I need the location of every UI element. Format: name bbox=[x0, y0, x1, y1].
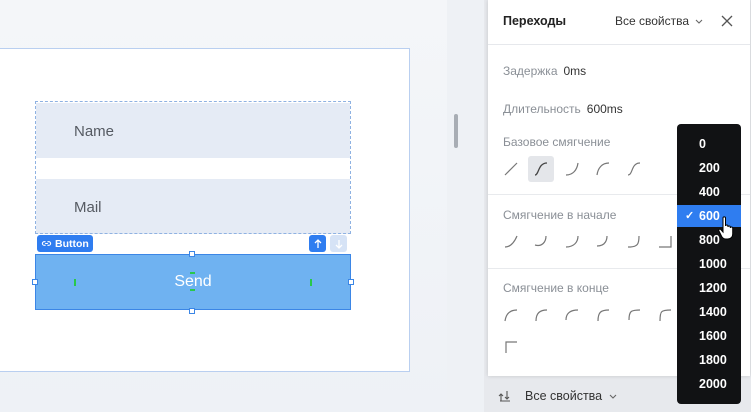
duration-option-label: 1200 bbox=[699, 281, 727, 295]
arrow-down-icon bbox=[335, 239, 342, 249]
easing-ease-in-option[interactable] bbox=[559, 156, 585, 182]
chevron-down-icon bbox=[609, 394, 616, 399]
form-group-outline bbox=[35, 101, 351, 234]
delay-value[interactable]: 0ms bbox=[564, 64, 587, 78]
bottom-filter-label[interactable]: Все свойства bbox=[525, 389, 617, 403]
arrow-up-icon bbox=[314, 238, 321, 248]
duration-option-label: 400 bbox=[699, 185, 720, 199]
duration-option-label: 1400 bbox=[699, 305, 727, 319]
ease-in-option[interactable] bbox=[652, 228, 678, 254]
properties-filter-select[interactable]: Все свойства bbox=[615, 14, 703, 28]
ease-out-option[interactable] bbox=[528, 302, 554, 328]
easing-ease-option[interactable] bbox=[528, 156, 554, 182]
duration-option[interactable]: 200 bbox=[677, 157, 741, 179]
panel-header: Переходы Все свойства bbox=[488, 0, 750, 45]
ease-in-label: Смягчение в начале bbox=[503, 208, 617, 222]
ease-in-option[interactable] bbox=[559, 228, 585, 254]
ease-curve-icon bbox=[534, 162, 548, 176]
duration-option[interactable]: 0 bbox=[677, 133, 741, 155]
duration-option[interactable]: 1200 bbox=[677, 277, 741, 299]
ease-out-curve-icon bbox=[505, 341, 517, 353]
ease-out-option[interactable] bbox=[498, 334, 524, 360]
linear-curve-icon bbox=[504, 162, 518, 176]
ease-in-curve-icon bbox=[565, 235, 579, 248]
canvas-scrollbar[interactable] bbox=[454, 114, 458, 148]
ease-in-out-curve-icon bbox=[627, 162, 641, 176]
easing-ease-out-option[interactable] bbox=[590, 156, 616, 182]
duration-value[interactable]: 600ms bbox=[587, 102, 623, 116]
ease-out-curve-icon bbox=[628, 309, 641, 321]
design-canvas[interactable]: Name Mail Button Send bbox=[0, 0, 447, 412]
ease-in-curve-icon bbox=[659, 236, 672, 248]
button-tag-label: Button bbox=[55, 237, 89, 250]
duration-row[interactable]: Длительность 600ms bbox=[503, 102, 623, 116]
resize-handle-right[interactable] bbox=[348, 279, 354, 285]
easing-linear-option[interactable] bbox=[498, 156, 524, 182]
ease-in-option[interactable] bbox=[528, 228, 554, 254]
resize-handle-top[interactable] bbox=[189, 251, 195, 257]
duration-option[interactable]: 400 bbox=[677, 181, 741, 203]
delay-label: Задержка bbox=[503, 64, 558, 78]
padding-marker bbox=[190, 289, 195, 291]
easing-ease-in-out-option[interactable] bbox=[621, 156, 647, 182]
ease-in-curve-icon bbox=[565, 162, 579, 176]
bottom-filter-text: Все свойства bbox=[525, 389, 603, 403]
duration-dropdown: 0 200 400 ✓ 600 800 1000 1200 1400 1600 1800 2000 bbox=[677, 124, 741, 404]
resize-handle-left[interactable] bbox=[32, 279, 38, 285]
move-up-button[interactable] bbox=[309, 235, 326, 252]
ease-out-curve-icon bbox=[504, 309, 518, 322]
ease-out-option[interactable] bbox=[652, 302, 678, 328]
padding-marker bbox=[190, 272, 195, 274]
send-button[interactable]: Send bbox=[35, 254, 351, 310]
delay-row[interactable]: Задержка 0ms bbox=[503, 64, 586, 78]
duration-option[interactable]: 1800 bbox=[677, 349, 741, 371]
duration-option-label: 0 bbox=[699, 137, 706, 151]
ease-in-curve-icon bbox=[534, 235, 547, 247]
duration-option-label: 200 bbox=[699, 161, 720, 175]
ease-in-option[interactable] bbox=[590, 228, 616, 254]
ease-out-curve-icon bbox=[597, 309, 610, 322]
panel-title: Переходы bbox=[503, 14, 567, 28]
padding-marker bbox=[310, 279, 312, 286]
hand-cursor-icon bbox=[718, 216, 734, 240]
ease-out-curve-icon bbox=[659, 309, 672, 322]
ease-out-curve-icon bbox=[596, 162, 610, 176]
move-down-button[interactable] bbox=[330, 235, 347, 252]
ease-in-curve-icon bbox=[596, 235, 608, 247]
ease-out-option[interactable] bbox=[498, 302, 524, 328]
duration-option-label: 1800 bbox=[699, 353, 727, 367]
close-icon[interactable] bbox=[720, 14, 734, 28]
ease-out-curve-icon bbox=[565, 309, 579, 321]
transition-icon bbox=[498, 391, 510, 402]
ease-out-curve-icon bbox=[535, 309, 548, 322]
base-easing-label: Базовое смягчение bbox=[503, 135, 611, 149]
resize-handle-bottom[interactable] bbox=[189, 308, 195, 314]
duration-option-label: 1600 bbox=[699, 329, 727, 343]
chevron-down-icon bbox=[696, 19, 703, 24]
duration-option[interactable]: 1600 bbox=[677, 325, 741, 347]
duration-label: Длительность bbox=[503, 102, 581, 116]
padding-marker bbox=[74, 279, 76, 286]
duration-option-label: 1000 bbox=[699, 257, 727, 271]
ease-out-label: Смягчение в конце bbox=[503, 281, 609, 295]
checkmark-icon: ✓ bbox=[685, 210, 695, 222]
button-component-tag[interactable]: Button bbox=[37, 235, 93, 252]
ease-out-option[interactable] bbox=[590, 302, 616, 328]
properties-filter-label: Все свойства bbox=[615, 14, 690, 28]
bottom-filter-bar[interactable]: Все свойства bbox=[488, 380, 678, 412]
duration-option[interactable]: 2000 bbox=[677, 373, 741, 395]
duration-option-label: 2000 bbox=[699, 377, 727, 391]
ease-out-option[interactable] bbox=[559, 302, 585, 328]
duration-option[interactable]: 1400 bbox=[677, 301, 741, 323]
ease-in-curve-icon bbox=[627, 235, 640, 248]
ease-out-option[interactable] bbox=[621, 302, 647, 328]
ease-in-option[interactable] bbox=[498, 228, 524, 254]
duration-option[interactable]: 1000 bbox=[677, 253, 741, 275]
ease-in-option[interactable] bbox=[621, 228, 647, 254]
link-icon bbox=[41, 241, 52, 246]
ease-in-curve-icon bbox=[504, 235, 518, 248]
